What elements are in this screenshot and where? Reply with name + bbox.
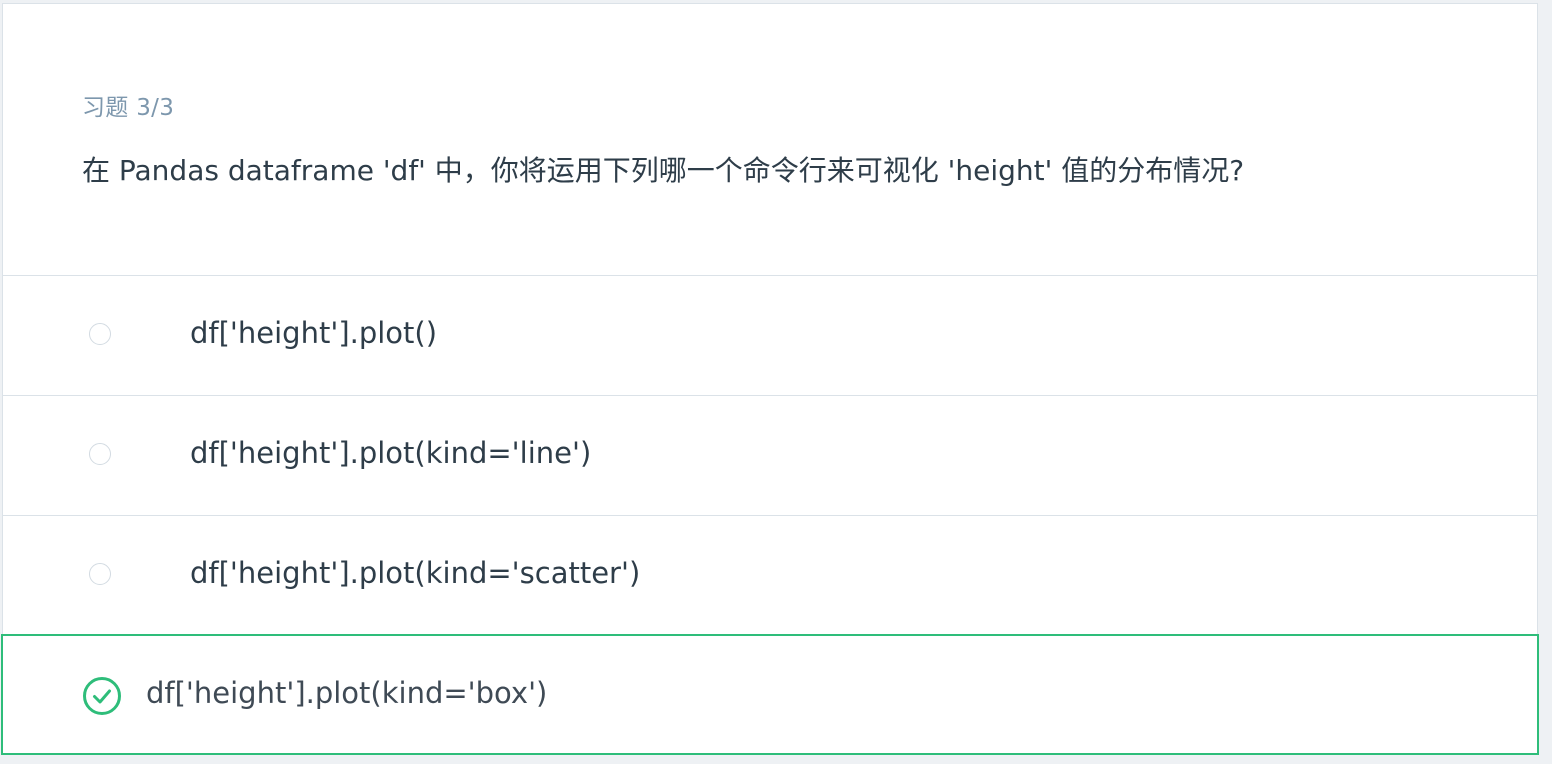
answer-option-3[interactable]: df['height'].plot(kind='scatter') bbox=[3, 516, 1537, 636]
progress-label: 习题 3/3 bbox=[82, 95, 175, 121]
radio-circle-icon[interactable] bbox=[89, 563, 111, 585]
answer-option-label: df['height'].plot() bbox=[190, 316, 438, 350]
answer-option-label: df['height'].plot(kind='line') bbox=[190, 436, 592, 470]
answer-option-1[interactable]: df['height'].plot() bbox=[3, 276, 1537, 396]
answer-option-label: df['height'].plot(kind='scatter') bbox=[190, 556, 641, 590]
answer-option-4-selected[interactable]: df['height'].plot(kind='box') bbox=[1, 634, 1539, 755]
check-circle-icon[interactable] bbox=[82, 676, 122, 716]
quiz-card: 习题 3/3 在 Pandas dataframe 'df' 中，你将运用下列哪… bbox=[1, 3, 1539, 755]
answer-option-2[interactable]: df['height'].plot(kind='line') bbox=[3, 396, 1537, 516]
question-text: 在 Pandas dataframe 'df' 中，你将运用下列哪一个命令行来可… bbox=[82, 154, 1245, 187]
question-header: 习题 3/3 在 Pandas dataframe 'df' 中，你将运用下列哪… bbox=[3, 4, 1537, 276]
radio-circle-icon[interactable] bbox=[89, 443, 111, 465]
answer-option-label: df['height'].plot(kind='box') bbox=[146, 676, 548, 710]
radio-circle-icon[interactable] bbox=[89, 323, 111, 345]
